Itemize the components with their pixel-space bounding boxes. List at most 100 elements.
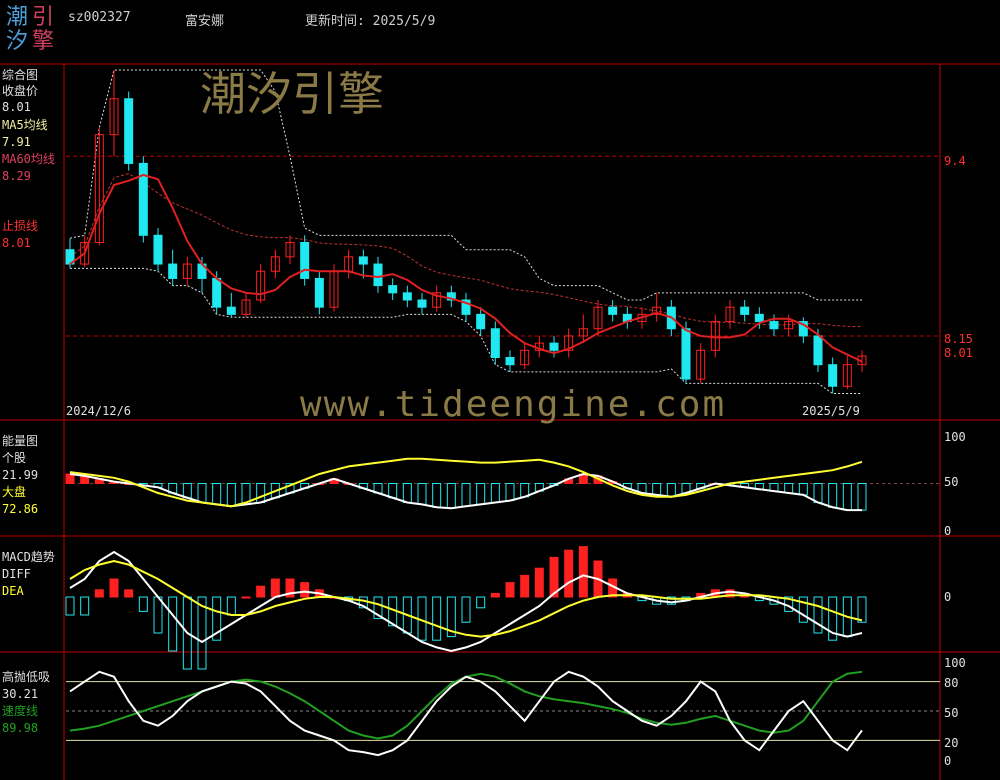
energy-bar-25	[432, 483, 442, 508]
energy-bar-11	[226, 483, 236, 507]
energy-bar-40	[652, 483, 662, 496]
close-value: 8.01	[2, 100, 31, 114]
speed-label: 速度线	[2, 704, 39, 718]
energy-bar-23	[402, 483, 412, 503]
energy-bar-13	[256, 483, 266, 503]
energy-right-label-3: 0	[944, 524, 952, 538]
macd-bar-54	[857, 596, 867, 623]
candle-body-42	[681, 328, 691, 380]
gaopao-right-label-1: 100	[944, 656, 966, 670]
macd-bar-32	[534, 567, 544, 598]
candle-body-16	[300, 242, 310, 279]
macd-bar-29	[490, 592, 500, 598]
energy-bar-50	[798, 483, 808, 496]
macd-bar-51	[813, 596, 823, 634]
date-end: 2025/5/9	[802, 404, 860, 418]
energy-bar-52	[828, 483, 838, 508]
macd-bar-3	[109, 578, 119, 598]
energy-bar-51	[813, 483, 823, 503]
candle-body-48	[769, 321, 779, 330]
gaopao-right-label-5: 0	[944, 754, 952, 768]
macd-bar-5	[138, 596, 148, 612]
speed-value: 89.98	[2, 721, 39, 735]
macd-bar-25	[432, 596, 442, 641]
macd-bar-30	[505, 582, 515, 598]
stop-value: 8.01	[2, 236, 31, 250]
energy-bar-53	[842, 483, 852, 511]
macd-right-label: 0	[944, 590, 952, 604]
macd-bar-31	[520, 574, 530, 598]
energy-bar-22	[388, 483, 398, 499]
chart-screen: 潮 引 汐 擎 sz002327 富安娜 更新时间: 2025/5/9 潮汐引擎…	[0, 0, 1000, 780]
energy-title: 能量图	[2, 434, 39, 448]
macd-bar-27	[461, 596, 471, 623]
gaopao-right-label-3: 50	[944, 706, 959, 720]
candle-body-6	[153, 234, 163, 265]
channel-lower-line	[70, 267, 862, 394]
ma60-label: MA60均线	[2, 152, 55, 166]
watermark-brand: 潮汐引擎	[200, 67, 384, 121]
macd-bar-28	[476, 596, 486, 609]
ma5-label: MA5均线	[2, 118, 48, 132]
macd-diff-line	[69, 550, 863, 653]
ma60-value: 8.29	[2, 169, 31, 183]
macd-bar-1	[80, 596, 90, 616]
main-right-label-2: 8.15	[944, 332, 973, 346]
main-right-label-1: 9.4	[944, 154, 966, 168]
date-start: 2024/12/6	[66, 404, 132, 418]
energy-bar-30	[505, 483, 515, 502]
macd-bar-34	[564, 549, 574, 598]
macd-title: MACD趋势	[2, 550, 55, 564]
energy-bar-8	[182, 483, 192, 499]
energy-bar-49	[784, 483, 794, 494]
candle-body-28	[476, 313, 486, 330]
ma5-value: 7.91	[2, 135, 31, 149]
energy-bar-28	[476, 483, 486, 505]
macd-bar-16	[300, 582, 310, 598]
macd-bar-4	[124, 589, 134, 598]
candle-body-22	[388, 285, 398, 294]
candle-body-30	[505, 357, 515, 366]
macd-bar-6	[153, 596, 163, 634]
macd-dea-line	[69, 559, 863, 638]
energy-market-label: 大盘	[2, 485, 27, 499]
gaopao-title: 高抛低吸	[2, 670, 51, 684]
main-title: 综合图	[2, 68, 39, 82]
macd-diff-label: DIFF	[2, 567, 31, 581]
gaopao-right-label-4: 20	[944, 736, 959, 750]
candle-body-51	[813, 335, 823, 366]
energy-right-label-1: 100	[944, 430, 966, 444]
macd-bar-14	[270, 578, 280, 598]
energy-bar-54	[857, 483, 867, 511]
candle-body-47	[754, 313, 764, 323]
ma5-line	[69, 173, 863, 363]
energy-bar-10	[212, 483, 222, 505]
candle-body-17	[314, 277, 324, 308]
energy-bar-0	[65, 473, 75, 484]
energy-bar-29	[490, 483, 500, 503]
macd-bar-35	[578, 546, 588, 598]
candle-body-10	[212, 277, 222, 308]
candle-body-20	[358, 256, 368, 265]
gaopao-right-label-2: 80	[944, 676, 959, 690]
candle-body-46	[740, 306, 750, 315]
candle-body-21	[373, 263, 383, 287]
energy-stock-value: 21.99	[2, 468, 39, 482]
macd-bar-13	[256, 585, 266, 598]
candle-body-11	[226, 306, 236, 315]
candle-body-29	[490, 328, 500, 358]
candle-body-7	[168, 263, 178, 279]
candle-body-37	[608, 306, 618, 315]
macd-bar-7	[168, 596, 178, 652]
macd-bar-0	[65, 596, 75, 616]
energy-bar-24	[417, 483, 427, 505]
energy-bar-27	[461, 483, 471, 507]
gaopao-line	[69, 670, 863, 757]
energy-market-value: 72.86	[2, 502, 39, 516]
energy-right-label-2: 50	[944, 475, 959, 489]
macd-dea-label: DEA	[2, 584, 24, 598]
energy-bar-41	[666, 483, 676, 498]
energy-stock-label: 个股	[2, 451, 27, 465]
candle-body-24	[417, 299, 427, 308]
candle-body-23	[402, 292, 412, 301]
